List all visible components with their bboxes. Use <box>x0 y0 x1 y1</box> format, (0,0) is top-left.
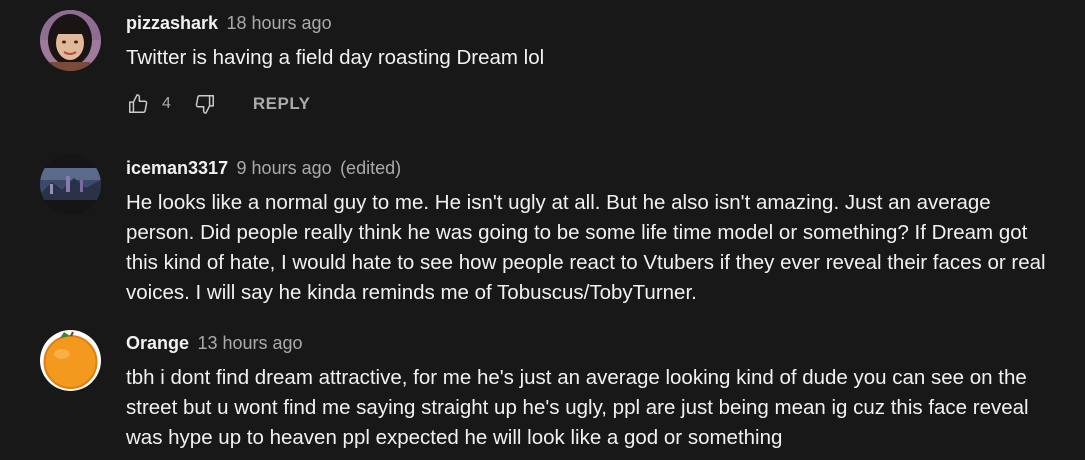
comment-body: iceman3317 9 hours ago (edited) He looks… <box>126 157 1055 308</box>
comment-header: Orange 13 hours ago <box>126 332 1055 354</box>
like-button[interactable] <box>126 92 150 116</box>
comment-header: iceman3317 9 hours ago (edited) <box>126 157 1055 179</box>
edited-label: (edited) <box>340 158 402 178</box>
thumbs-up-icon <box>129 94 148 113</box>
reply-button[interactable]: REPLY <box>253 94 311 114</box>
person-avatar-icon <box>40 10 101 71</box>
comment-timestamp[interactable]: 13 hours ago <box>197 333 302 353</box>
like-count: 4 <box>162 95 171 112</box>
comment-author[interactable]: pizzashark <box>126 13 218 33</box>
comment-timestamp[interactable]: 9 hours ago <box>237 158 332 178</box>
avatar[interactable] <box>40 330 101 391</box>
comment-body: pizzashark 18 hours ago Twitter is havin… <box>126 12 1055 73</box>
avatar[interactable] <box>40 10 101 71</box>
comment-header: pizzashark 18 hours ago <box>126 12 1055 34</box>
thumbs-down-icon <box>195 95 214 114</box>
landscape-avatar-icon <box>40 154 101 215</box>
dislike-button[interactable] <box>193 92 217 116</box>
orange-fruit-avatar-icon <box>40 330 101 391</box>
comment-text: tbh i dont find dream attractive, for me… <box>126 366 1029 449</box>
comment-author[interactable]: iceman3317 <box>126 158 228 178</box>
avatar[interactable] <box>40 154 101 215</box>
comment-actions: 4 REPLY <box>126 92 311 116</box>
comment-text: He looks like a normal guy to me. He isn… <box>126 191 1046 304</box>
comment-body: Orange 13 hours ago tbh i dont find drea… <box>126 332 1055 453</box>
comment-timestamp[interactable]: 18 hours ago <box>227 13 332 33</box>
comment-text: Twitter is having a field day roasting D… <box>126 46 545 69</box>
comment-author[interactable]: Orange <box>126 333 189 353</box>
